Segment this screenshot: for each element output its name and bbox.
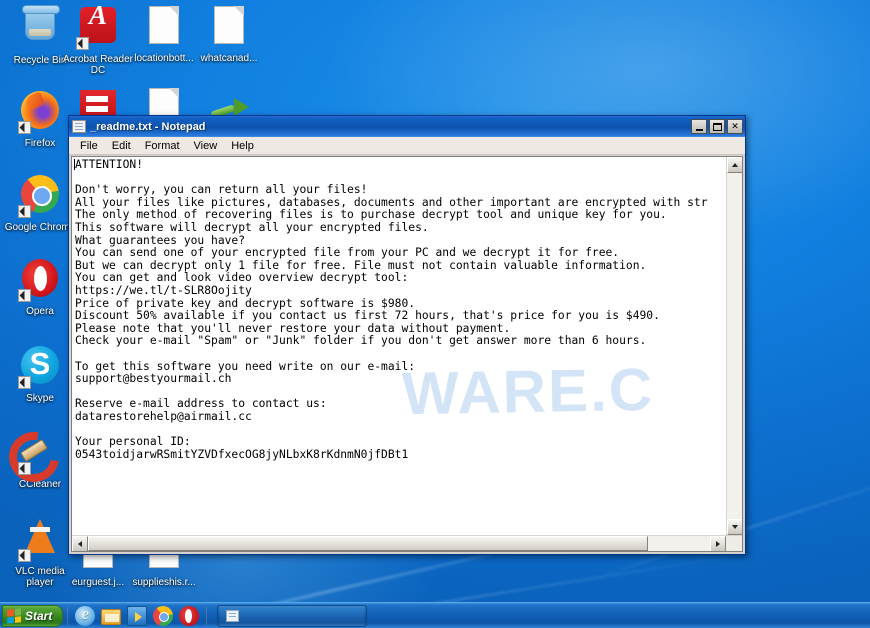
desktop-icon-label: supplieshis.r... [132,577,196,588]
desktop-icon-label: Skype [26,393,54,404]
desktop-icon-label: Firefox [24,138,56,149]
notepad-editor-area[interactable]: WARE.C ATTENTION! Don't worry, you can r… [71,156,743,552]
window-bottom-edge [69,552,745,554]
menu-edit[interactable]: Edit [105,139,138,153]
maximize-button[interactable] [709,119,725,134]
notepad-title-bar[interactable]: _readme.txt - Notepad ✕ [69,116,745,137]
desktop-icon-acrobat-reader[interactable]: Acrobat Reader DC [62,4,134,76]
ccleaner-icon [18,432,62,476]
start-button-label: Start [25,608,53,623]
desktop-icon-label: whatcanad... [200,53,258,64]
internet-explorer-icon[interactable] [75,604,96,626]
scroll-right-button[interactable] [710,536,726,551]
quick-launch-separator [67,606,69,625]
skype-icon [18,345,62,390]
windows-logo-icon [7,607,21,624]
desktop-icon-label: Acrobat Reader DC [62,54,134,76]
notepad-window[interactable]: _readme.txt - Notepad ✕ File Edit Format… [68,115,746,555]
scroll-down-button[interactable] [727,519,742,535]
close-button[interactable]: ✕ [727,119,743,134]
ransom-note-text[interactable]: ATTENTION! Don't worry, you can return a… [72,157,726,535]
horizontal-scrollbar[interactable] [72,535,742,551]
media-player-icon[interactable] [127,605,148,626]
vlc-media-player-glyph [25,519,55,553]
window-title: _readme.txt - Notepad [90,120,206,133]
firefox-icon [18,91,62,135]
whatcanad-file-icon [207,6,251,50]
quick-launch-bar [72,604,202,626]
menu-help[interactable]: Help [224,139,261,153]
google-chrome-icon [18,175,62,219]
chrome-icon[interactable] [153,605,174,626]
shortcut-overlay-icon [18,121,31,134]
recycle-bin-icon [18,5,62,52]
taskbar[interactable]: Start [0,602,870,628]
acrobat-reader-icon [76,7,120,51]
desktop-icon-label: eurguest.j... [71,577,125,588]
text-caret [74,159,75,170]
notepad-menu-bar[interactable]: File Edit Format View Help [69,137,745,155]
opera-icon [18,259,62,303]
recycle-bin-glyph [22,5,60,40]
taskbar-task-notepad[interactable] [217,604,368,627]
resize-grip[interactable] [726,536,742,551]
desktop-icon-label: locationbott... [134,53,194,64]
start-button[interactable]: Start [2,604,64,627]
desktop-icon-skype[interactable]: Skype [4,343,76,404]
vlc-media-player-icon [18,519,62,563]
shortcut-overlay-icon [18,462,31,475]
shortcut-overlay-icon [18,289,31,302]
notepad-task-icon [226,609,240,622]
vertical-scrollbar[interactable] [726,157,742,535]
notepad-icon [72,120,86,133]
opera-icon[interactable] [179,605,200,626]
shortcut-overlay-icon [18,376,31,389]
desktop-icon-opera[interactable]: Opera [4,256,76,317]
vertical-scroll-track[interactable] [727,173,742,519]
locationbott-file-glyph [149,6,179,44]
desktop[interactable]: Recycle BinAcrobat Reader DClocationbott… [0,0,870,628]
desktop-icon-ccleaner[interactable]: CCleaner [4,428,76,490]
file-explorer-icon[interactable] [101,608,122,625]
desktop-icon-locationbott-file[interactable]: locationbott... [128,4,200,64]
menu-format[interactable]: Format [138,139,187,153]
minimize-button[interactable] [691,119,707,134]
locationbott-file-icon [142,6,186,50]
menu-view[interactable]: View [187,139,225,153]
whatcanad-file-glyph [214,6,244,44]
desktop-icon-google-chrome[interactable]: Google Chrome [4,172,76,233]
desktop-icon-whatcanad-file[interactable]: whatcanad... [193,4,265,64]
desktop-icon-label: Google Chrome [4,222,76,233]
horizontal-scroll-track[interactable] [648,536,710,551]
scroll-left-button[interactable] [72,536,88,551]
scroll-up-button[interactable] [727,157,742,173]
task-separator [206,606,208,625]
menu-file[interactable]: File [73,139,105,153]
shortcut-overlay-icon [18,549,31,562]
desktop-icon-label: Opera [26,306,54,317]
shortcut-overlay-icon [76,37,89,50]
window-controls: ✕ [691,119,743,134]
horizontal-scroll-thumb[interactable] [88,536,648,551]
shortcut-overlay-icon [18,205,31,218]
